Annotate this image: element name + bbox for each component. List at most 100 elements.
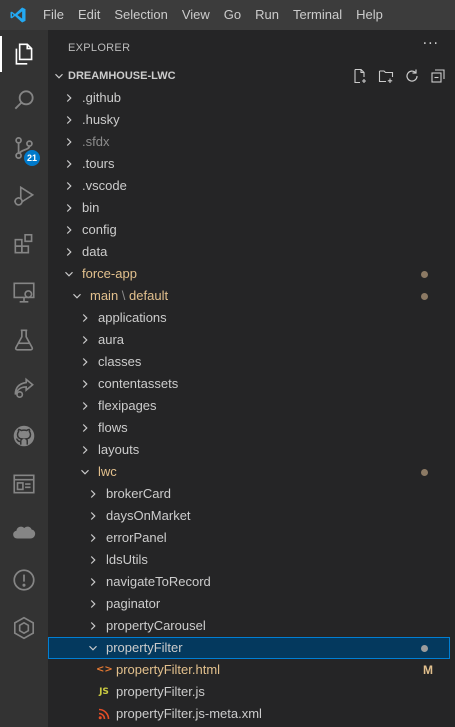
chevron-right-icon — [66, 204, 72, 212]
tree-item-label: propertyFilter.js-meta.xml — [116, 706, 262, 721]
chevron-right-icon — [66, 138, 72, 146]
tree-folder-force-app[interactable]: force-app — [48, 263, 450, 285]
tree-folder-classes[interactable]: classes — [48, 351, 450, 373]
refresh-icon[interactable] — [403, 67, 421, 85]
tree-folder-paginator[interactable]: paginator — [48, 593, 450, 615]
tree-item-label: propertyFilter.js — [116, 684, 205, 699]
chevron-right-icon — [66, 160, 72, 168]
tree-folder-main[interactable]: main \ default — [48, 285, 450, 307]
menu-edit[interactable]: Edit — [71, 0, 107, 30]
chevron-right-icon — [82, 446, 88, 454]
salesforce-icon[interactable] — [0, 510, 48, 554]
tree-item-label: lwc — [98, 464, 117, 479]
tree-folder-github[interactable]: .github — [48, 87, 450, 109]
rss-xml-file-icon — [96, 706, 112, 722]
tree-folder-config[interactable]: config — [48, 219, 450, 241]
collapse-all-icon[interactable] — [429, 67, 447, 85]
explorer-header: EXPLORER ··· — [48, 30, 455, 65]
tree-folder-flexipages[interactable]: flexipages — [48, 395, 450, 417]
tree-folder-tours[interactable]: .tours — [48, 153, 450, 175]
tree-item-label: .tours — [82, 156, 115, 171]
tree-file-propertyfilter-html[interactable]: <> propertyFilter.html M — [48, 659, 450, 681]
new-file-icon[interactable] — [351, 67, 369, 85]
tree-item-label: flows — [98, 420, 128, 435]
chevron-right-icon — [90, 534, 96, 542]
menu-view[interactable]: View — [175, 0, 217, 30]
tree-folder-brokercard[interactable]: brokerCard — [48, 483, 450, 505]
tree-item-label: flexipages — [98, 398, 157, 413]
browser-preview-icon[interactable] — [0, 462, 48, 506]
tree-item-label: .husky — [82, 112, 120, 127]
tree-folder-daysonmarket[interactable]: daysOnMarket — [48, 505, 450, 527]
source-control-badge: 21 — [24, 150, 41, 166]
tree-item-label: config — [82, 222, 117, 237]
more-actions-button[interactable]: ··· — [423, 36, 439, 52]
tree-folder-vscode[interactable]: .vscode — [48, 175, 450, 197]
modified-dot-icon — [421, 469, 428, 476]
chevron-right-icon — [82, 314, 88, 322]
tree-item-label: .sfdx — [82, 134, 110, 149]
tree-file-propertyfilter-js[interactable]: JS propertyFilter.js — [48, 681, 450, 703]
chevron-right-icon — [66, 226, 72, 234]
tree-item-label: main \ default — [90, 285, 168, 307]
tree-item-label: propertyFilter.html — [116, 662, 221, 677]
menu-go[interactable]: Go — [217, 0, 248, 30]
cube-icon[interactable] — [0, 606, 48, 650]
tree-folder-errorpanel[interactable]: errorPanel — [48, 527, 450, 549]
files-icon[interactable] — [0, 32, 48, 76]
tree-folder-propertycarousel[interactable]: propertyCarousel — [48, 615, 450, 637]
tree-folder-layouts[interactable]: layouts — [48, 439, 450, 461]
tree-folder-data[interactable]: data — [48, 241, 450, 263]
info-icon[interactable] — [0, 558, 48, 602]
activity-bar: 21 — [0, 30, 48, 727]
tree-item-label: propertyFilter — [106, 640, 183, 655]
workspace-title: DREAMHOUSE-LWC — [68, 70, 176, 82]
tree-folder-bin[interactable]: bin — [48, 197, 450, 219]
workspace-section-header[interactable]: DREAMHOUSE-LWC — [48, 65, 455, 87]
tree-file-propertyfilter-js-meta-xml[interactable]: propertyFilter.js-meta.xml — [48, 703, 450, 725]
search-icon[interactable] — [0, 78, 48, 122]
tree-folder-propertyfilter[interactable]: propertyFilter — [48, 637, 450, 659]
chevron-right-icon — [82, 380, 88, 388]
remote-explorer-icon[interactable] — [0, 270, 48, 314]
chevron-down-icon — [81, 469, 89, 475]
title-bar: File Edit Selection View Go Run Terminal Help — [0, 0, 455, 30]
menu-run[interactable]: Run — [248, 0, 286, 30]
menu-file[interactable]: File — [36, 0, 71, 30]
github-icon[interactable] — [0, 414, 48, 458]
tree-item-label: classes — [98, 354, 142, 369]
tree-item-label: layouts — [98, 442, 140, 457]
tree-item-label: paginator — [106, 596, 161, 611]
run-debug-icon[interactable] — [0, 174, 48, 218]
tree-item-label: force-app — [82, 266, 137, 281]
tree-item-label: navigateToRecord — [106, 574, 211, 589]
tree-folder-lwc[interactable]: lwc — [48, 461, 450, 483]
source-control-icon[interactable]: 21 — [0, 126, 48, 170]
chevron-right-icon — [90, 490, 96, 498]
chevron-down-icon — [89, 645, 97, 651]
menu-terminal[interactable]: Terminal — [286, 0, 349, 30]
tree-item-label: data — [82, 244, 108, 259]
tree-folder-aura[interactable]: aura — [48, 329, 450, 351]
testing-icon[interactable] — [0, 318, 48, 362]
tree-item-label: .vscode — [82, 178, 127, 193]
chevron-right-icon — [66, 248, 72, 256]
chevron-right-icon — [82, 358, 88, 366]
new-folder-icon[interactable] — [377, 67, 395, 85]
tree-folder-sfdx[interactable]: .sfdx — [48, 131, 450, 153]
live-share-icon[interactable] — [0, 366, 48, 410]
chevron-right-icon — [90, 512, 96, 520]
tree-folder-flows[interactable]: flows — [48, 417, 450, 439]
tree-folder-ldsutils[interactable]: ldsUtils — [48, 549, 450, 571]
chevron-right-icon — [66, 182, 72, 190]
chevron-down-icon — [73, 293, 81, 299]
tree-folder-husky[interactable]: .husky — [48, 109, 450, 131]
modified-dot-icon — [421, 271, 428, 278]
chevron-right-icon — [82, 402, 88, 410]
tree-folder-navigatetorecord[interactable]: navigateToRecord — [48, 571, 450, 593]
menu-help[interactable]: Help — [349, 0, 390, 30]
menu-selection[interactable]: Selection — [107, 0, 174, 30]
extensions-icon[interactable] — [0, 222, 48, 266]
tree-folder-applications[interactable]: applications — [48, 307, 450, 329]
tree-folder-contentassets[interactable]: contentassets — [48, 373, 450, 395]
